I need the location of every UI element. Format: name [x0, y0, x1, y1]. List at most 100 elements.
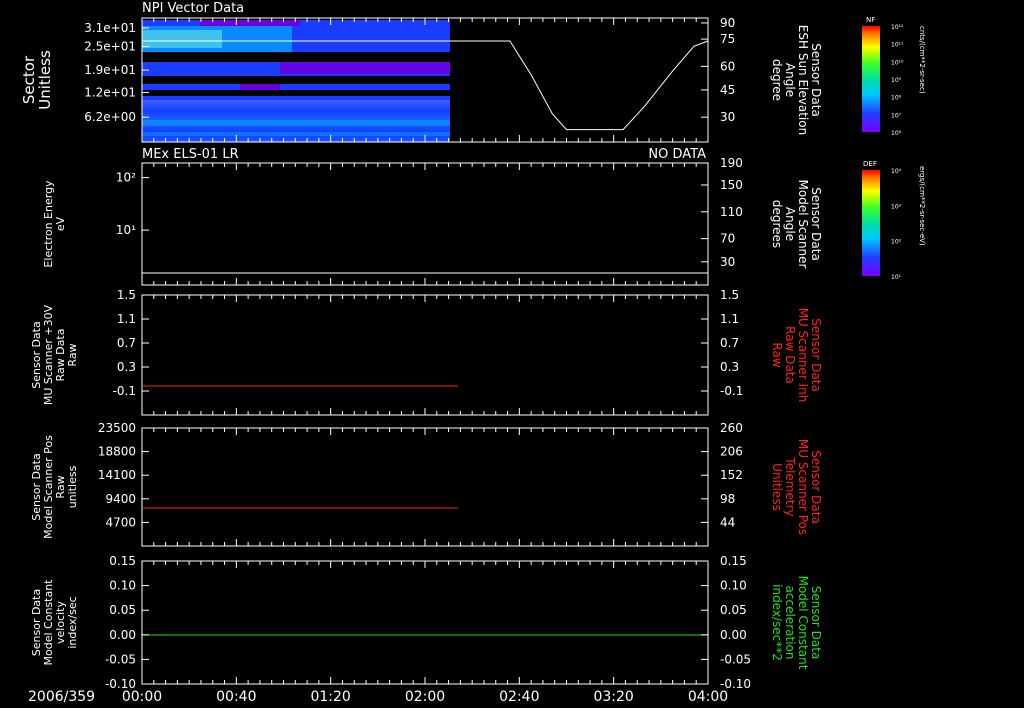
colorbar-tick-label: 10⁶	[891, 130, 902, 137]
left-tick-label: 23500	[98, 421, 136, 435]
left-tick-label: 14100	[98, 468, 136, 482]
time-tick-label: 02:40	[499, 689, 539, 705]
colorbar-tick-label: 10⁴	[891, 168, 902, 175]
left-tick-label: 0.15	[109, 554, 136, 568]
nf-colorbar-tag: NF	[866, 16, 875, 24]
left-tick-label: -0.1	[113, 384, 136, 398]
left-tick-label: 1.1	[117, 312, 136, 326]
left-tick-label: 1.9e+01	[84, 63, 136, 77]
right-tick-label: 1.1	[720, 312, 739, 326]
left-tick-label: 6.2e+00	[84, 110, 136, 124]
panel2-title: MEx ELS-01 LR	[142, 147, 239, 162]
right-tick-label: 98	[720, 492, 735, 506]
right-axis-label: Angle	[783, 63, 797, 97]
right-axis-label: ESH Sun Elevation	[796, 25, 810, 135]
right-tick-label: 1.5	[720, 288, 739, 302]
right-tick-label: 44	[720, 515, 735, 529]
left-tick-label: 1.5	[117, 288, 136, 302]
left-tick-label: 3.1e+01	[84, 21, 136, 35]
left-axis-label: eV	[54, 216, 67, 231]
left-tick-label: 10¹	[116, 223, 136, 237]
right-tick-label: 60	[720, 59, 735, 73]
time-tick-label: 02:00	[405, 689, 445, 705]
left-tick-label: 0.00	[109, 628, 136, 642]
panel2-frame	[141, 162, 709, 286]
left-axis-label: index/sec	[66, 596, 79, 648]
right-axis-label: Sensor Data	[809, 187, 823, 261]
right-tick-label: 75	[720, 32, 735, 46]
left-tick-label: 0.3	[117, 360, 136, 374]
time-tick-label: 01:20	[310, 689, 350, 705]
right-axis-label: Sensor Data	[809, 586, 823, 660]
colorbar-tick-label: 10¹	[891, 274, 902, 281]
right-axis-label: Model Constant	[796, 576, 810, 670]
panel5-frame	[141, 560, 709, 685]
right-axis-label: Raw Data	[783, 326, 797, 384]
panel4-frame	[141, 427, 709, 547]
nf-colorbar-unit: cnts/(cm**2-sr-sec)	[918, 26, 926, 94]
colorbar-tick-label: 10⁹	[891, 77, 902, 84]
time-tick-label: 00:00	[122, 689, 162, 705]
right-axis-label: Unitless	[770, 463, 784, 511]
left-tick-label: 18800	[98, 445, 136, 459]
right-tick-label: 260	[720, 421, 743, 435]
right-tick-label: 150	[720, 178, 743, 192]
time-tick-label: 03:20	[593, 689, 633, 705]
right-axis-label: Sensor Data	[809, 450, 823, 524]
right-axis-label: degrees	[770, 200, 784, 248]
right-tick-label: 70	[720, 232, 735, 246]
left-tick-label: 2.5e+01	[84, 40, 136, 54]
right-tick-label: 0.7	[720, 336, 739, 350]
time-tick-label: 04:00	[688, 689, 728, 705]
right-axis-label: degree	[770, 59, 784, 101]
left-tick-label: 1.2e+01	[84, 85, 136, 99]
left-tick-label: 0.10	[109, 579, 136, 593]
left-tick-label: 0.05	[109, 603, 136, 617]
panel1-title: NPI Vector Data	[142, 1, 244, 16]
right-tick-label: 0.00	[720, 628, 747, 642]
left-tick-label: 9400	[105, 492, 136, 506]
right-tick-label: 0.15	[720, 554, 747, 568]
right-axis-label: MU Scanner Pos	[796, 439, 810, 535]
right-tick-label: 152	[720, 468, 743, 482]
right-tick-label: 0.05	[720, 603, 747, 617]
panel1-heatmap	[142, 20, 450, 142]
left-tick-label: 10²	[116, 171, 136, 185]
colorbar-tick-label: 10³	[891, 203, 902, 210]
left-axis-label: Unitless	[36, 50, 54, 110]
def-colorbar: DEF ergs/(cm**2-sr-sec-eV)	[862, 160, 926, 276]
left-axis-label: Raw	[66, 343, 79, 366]
right-axis-label: Raw	[770, 342, 784, 367]
right-tick-label: 0.3	[720, 360, 739, 374]
right-axis-label: Angle	[783, 207, 797, 241]
colorbar-tick-label: 10⁷	[891, 112, 902, 119]
right-axis-label: acceleration	[783, 586, 797, 660]
left-tick-label: 4700	[105, 515, 136, 529]
left-tick-label: 0.7	[117, 336, 136, 350]
colorbar-tick-label: 10¹¹	[891, 42, 904, 49]
colorbar-tick-label: 10¹⁰	[891, 59, 904, 66]
right-tick-label: -0.05	[720, 652, 751, 666]
time-tick-label: 00:40	[216, 689, 256, 705]
right-tick-label: 45	[720, 83, 735, 97]
right-axis-label: index/sec**2	[770, 584, 784, 661]
right-tick-label: 30	[720, 255, 735, 269]
left-tick-label: -0.05	[105, 652, 136, 666]
right-axis-label: Telemetry	[783, 456, 797, 516]
right-axis-label: Sensor Data	[809, 318, 823, 392]
right-axis-label: MU Scanner Inh	[796, 308, 810, 403]
colorbar-tick-label: 10⁸	[891, 95, 902, 102]
panel2-status: NO DATA	[648, 147, 706, 162]
left-axis-label: unitless	[66, 465, 79, 508]
date-label: 2006/359	[28, 689, 95, 705]
stacked-time-series-plot: NPI Vector Data MEx ELS-01 LR NO DATA 3.…	[20, 1, 926, 705]
colorbar-tick-label: 10¹²	[891, 24, 904, 31]
right-tick-label: 0.10	[720, 579, 747, 593]
right-tick-label: 206	[720, 445, 743, 459]
right-tick-label: 30	[720, 110, 735, 124]
colorbar-tick-label: 10²	[891, 239, 902, 246]
def-colorbar-unit: ergs/(cm**2-sr-sec-eV)	[918, 166, 926, 246]
right-tick-label: 190	[720, 156, 743, 170]
panel3-frame	[141, 294, 709, 416]
right-tick-label: -0.1	[720, 384, 743, 398]
